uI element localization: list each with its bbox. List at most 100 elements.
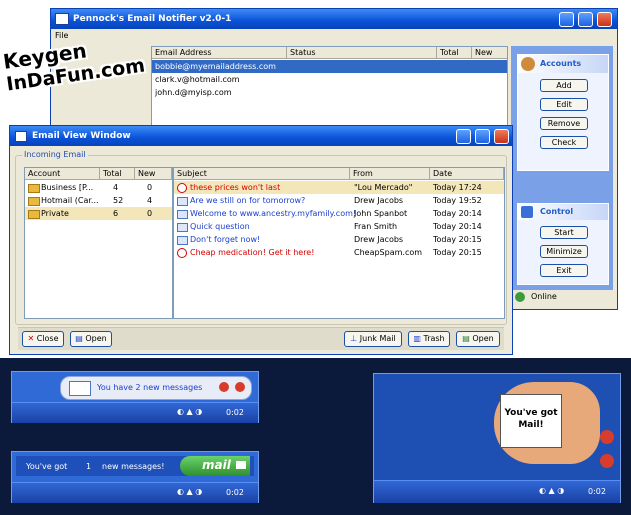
account-name: Business [P...	[41, 183, 94, 192]
status-bar: Online	[511, 290, 613, 304]
add-button[interactable]: Add	[540, 79, 588, 92]
envelope-icon	[236, 461, 246, 469]
email-address: john.d@myisp.com	[155, 88, 232, 97]
mail-date: Today 20:15	[433, 248, 482, 257]
mail-subject: these prices won't last	[190, 183, 281, 192]
mail-row[interactable]: these prices won't last "Lou Mercado" Toda…	[174, 181, 504, 194]
maximize-button[interactable]	[578, 12, 593, 27]
folder-icon	[28, 197, 40, 206]
tray-icons[interactable]: ◐ ▲ ◑	[177, 487, 202, 496]
col-new[interactable]: New	[472, 47, 507, 59]
mail-icon	[177, 197, 188, 206]
popup-strip[interactable]: You've got 1 new messages! mail	[16, 456, 254, 476]
junk-mail-button[interactable]: ⊥ Junk Mail	[344, 331, 402, 347]
mail-row[interactable]: Quick question Fran Smith Today 20:14	[174, 220, 504, 233]
taskbar: ◐ ▲ ◑ 0:02	[374, 480, 620, 503]
mail-brand-text: mail	[202, 458, 231, 472]
mail-subject: Don't forget now!	[190, 235, 261, 244]
open-mail-label: Open	[472, 334, 494, 343]
col-total[interactable]: Total	[437, 47, 472, 59]
account-name: Private	[41, 209, 69, 218]
up-icon[interactable]	[600, 430, 614, 444]
maximize-button[interactable]	[475, 129, 490, 144]
mail-row[interactable]: Are we still on for tomorrow? Drew Jacobs…	[174, 194, 504, 207]
mail-from: Drew Jacobs	[354, 235, 404, 244]
accounts-title: Accounts	[540, 59, 582, 68]
trash-icon: ▥	[413, 334, 421, 343]
users-icon	[521, 57, 535, 71]
taskbar: ◐ ▲ ◑ 0:02	[12, 482, 258, 503]
tray-icons[interactable]: ◐ ▲ ◑	[177, 407, 202, 416]
exit-button[interactable]: Exit	[540, 264, 588, 277]
close-button[interactable]	[494, 129, 509, 144]
junk-label: Junk Mail	[359, 334, 396, 343]
tray-icons[interactable]: ◐ ▲ ◑	[539, 486, 564, 495]
x-icon: ✕	[27, 334, 35, 343]
start-button[interactable]: Start	[540, 226, 588, 239]
menu-file[interactable]: File	[55, 31, 68, 40]
minimize-button[interactable]	[456, 129, 471, 144]
taskbar: ◐ ▲ ◑ 0:02	[12, 402, 258, 423]
col-account[interactable]: Account	[25, 168, 100, 180]
mail-icon	[177, 210, 188, 219]
mail-grid: Subject From Date these prices won't las…	[173, 167, 505, 319]
popup-bubble[interactable]: You have 2 new messages	[60, 376, 252, 400]
open-icon: ▤	[75, 334, 83, 343]
minimize-app-button[interactable]: Minimize	[540, 245, 588, 258]
col-status[interactable]: Status	[287, 47, 437, 59]
mail-subject: Welcome to www.ancestry.myfamily.com!	[190, 209, 357, 218]
account-name: Hotmail (Car...	[41, 196, 99, 205]
mail-row[interactable]: Don't forget now! Drew Jacobs Today 20:15	[174, 233, 504, 246]
popup-prefix: You've got	[26, 462, 68, 471]
mail-subject: Quick question	[190, 222, 250, 231]
col-date[interactable]: Date	[430, 168, 504, 180]
junk-icon: ⊥	[350, 334, 358, 343]
button-bar: ✕ Close ▤ Open ⊥ Junk Mail ▥ Trash ▤ Ope…	[18, 327, 504, 350]
spam-icon	[177, 183, 187, 193]
close-view-button[interactable]: ✕ Close	[22, 331, 64, 347]
account-row[interactable]: Business [P... 4 0	[25, 181, 172, 194]
control-icon	[521, 206, 533, 218]
mail-from: John Spanbot	[354, 209, 408, 218]
account-row[interactable]: Hotmail (Car... 52 4	[25, 194, 172, 207]
col-account-total[interactable]: Total	[100, 168, 135, 180]
mail-row[interactable]: Cheap medication! Get it here! CheapSpam.…	[174, 246, 504, 259]
mail-from: "Lou Mercado"	[354, 183, 413, 192]
group-label: Incoming Email	[22, 150, 88, 159]
account-new: 0	[147, 183, 153, 192]
close-icon[interactable]	[600, 454, 614, 468]
mail-row[interactable]: Welcome to www.ancestry.myfamily.com! Joh…	[174, 207, 504, 220]
account-total: 6	[113, 209, 119, 218]
list-item[interactable]: john.d@myisp.com	[152, 86, 507, 99]
col-from[interactable]: From	[350, 168, 430, 180]
mail-brand-badge: mail	[180, 456, 250, 476]
trash-button[interactable]: ▥ Trash	[408, 331, 450, 347]
minimize-button[interactable]	[559, 12, 574, 27]
taskbar-clock: 0:02	[588, 487, 606, 496]
status-text: Online	[531, 292, 557, 301]
mail-icon	[177, 223, 188, 232]
edit-button[interactable]: Edit	[540, 98, 588, 111]
open-mail-button[interactable]: ▤ Open	[456, 331, 500, 347]
close-icon[interactable]	[235, 382, 245, 392]
control-panel: Control Start Minimize Exit	[517, 203, 609, 285]
col-subject[interactable]: Subject	[174, 168, 350, 180]
account-new: 4	[147, 196, 153, 205]
open-account-button[interactable]: ▤ Open	[70, 331, 112, 347]
close-label: Close	[36, 334, 59, 343]
popup-suffix: new messages!	[102, 462, 165, 471]
remove-button[interactable]: Remove	[540, 117, 588, 130]
account-row[interactable]: Private 6 0	[25, 207, 172, 220]
main-window-title: Pennock's Email Notifier v2.0-1	[51, 9, 617, 29]
col-account-new[interactable]: New	[135, 168, 172, 180]
list-item[interactable]: bobbie@myemailaddress.com	[152, 60, 507, 73]
control-panel-header: Control	[518, 204, 608, 220]
control-title: Control	[540, 207, 574, 216]
up-icon[interactable]	[219, 382, 229, 392]
list-item[interactable]: clark.v@hotmail.com	[152, 73, 507, 86]
popup-count: 1	[86, 462, 92, 471]
folder-icon	[28, 210, 40, 219]
popup-message: You have 2 new messages	[97, 383, 203, 392]
check-button[interactable]: Check	[540, 136, 588, 149]
close-button[interactable]	[597, 12, 612, 27]
